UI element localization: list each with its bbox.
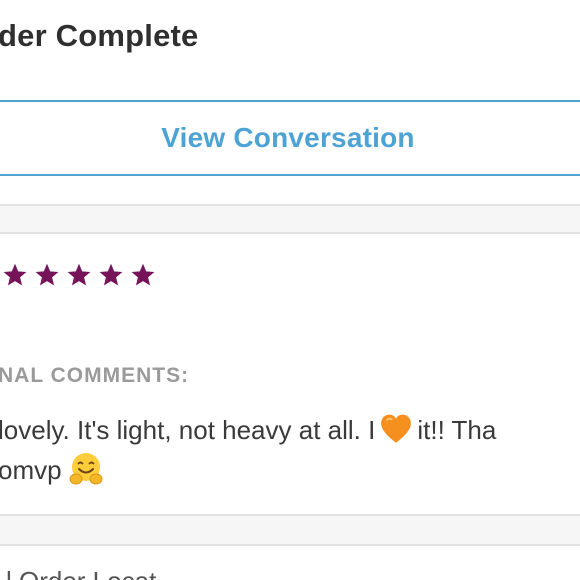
comment-text-part-2: it!! Tha xyxy=(417,415,497,445)
star-rating xyxy=(2,262,156,288)
star-icon xyxy=(67,263,91,286)
star-icon xyxy=(3,263,27,286)
orange-heart-icon xyxy=(381,414,412,443)
order-complete-screen: der Complete View Conversation NAL COMME… xyxy=(0,0,580,580)
view-conversation-label: View Conversation xyxy=(161,122,415,153)
additional-comments-label: NAL COMMENTS: xyxy=(0,364,190,387)
hugging-face-icon xyxy=(69,453,103,485)
section-divider xyxy=(0,204,580,234)
star-icon xyxy=(131,263,155,286)
comment-text-part-3: omvp xyxy=(0,455,62,485)
review-comment: lovely. It's light, not heavy at all. I i… xyxy=(0,410,580,490)
star-icon xyxy=(99,263,123,286)
order-location-text: l Order Locat xyxy=(6,566,156,580)
comment-line-1: lovely. It's light, not heavy at all. I i… xyxy=(0,410,580,450)
page-title: der Complete xyxy=(0,18,199,53)
star-icon xyxy=(35,263,59,286)
section-divider xyxy=(0,514,580,546)
comment-text-part-1: lovely. It's light, not heavy at all. I xyxy=(0,415,376,445)
view-conversation-button[interactable]: View Conversation xyxy=(0,100,580,176)
comment-line-2: omvp xyxy=(0,450,580,490)
